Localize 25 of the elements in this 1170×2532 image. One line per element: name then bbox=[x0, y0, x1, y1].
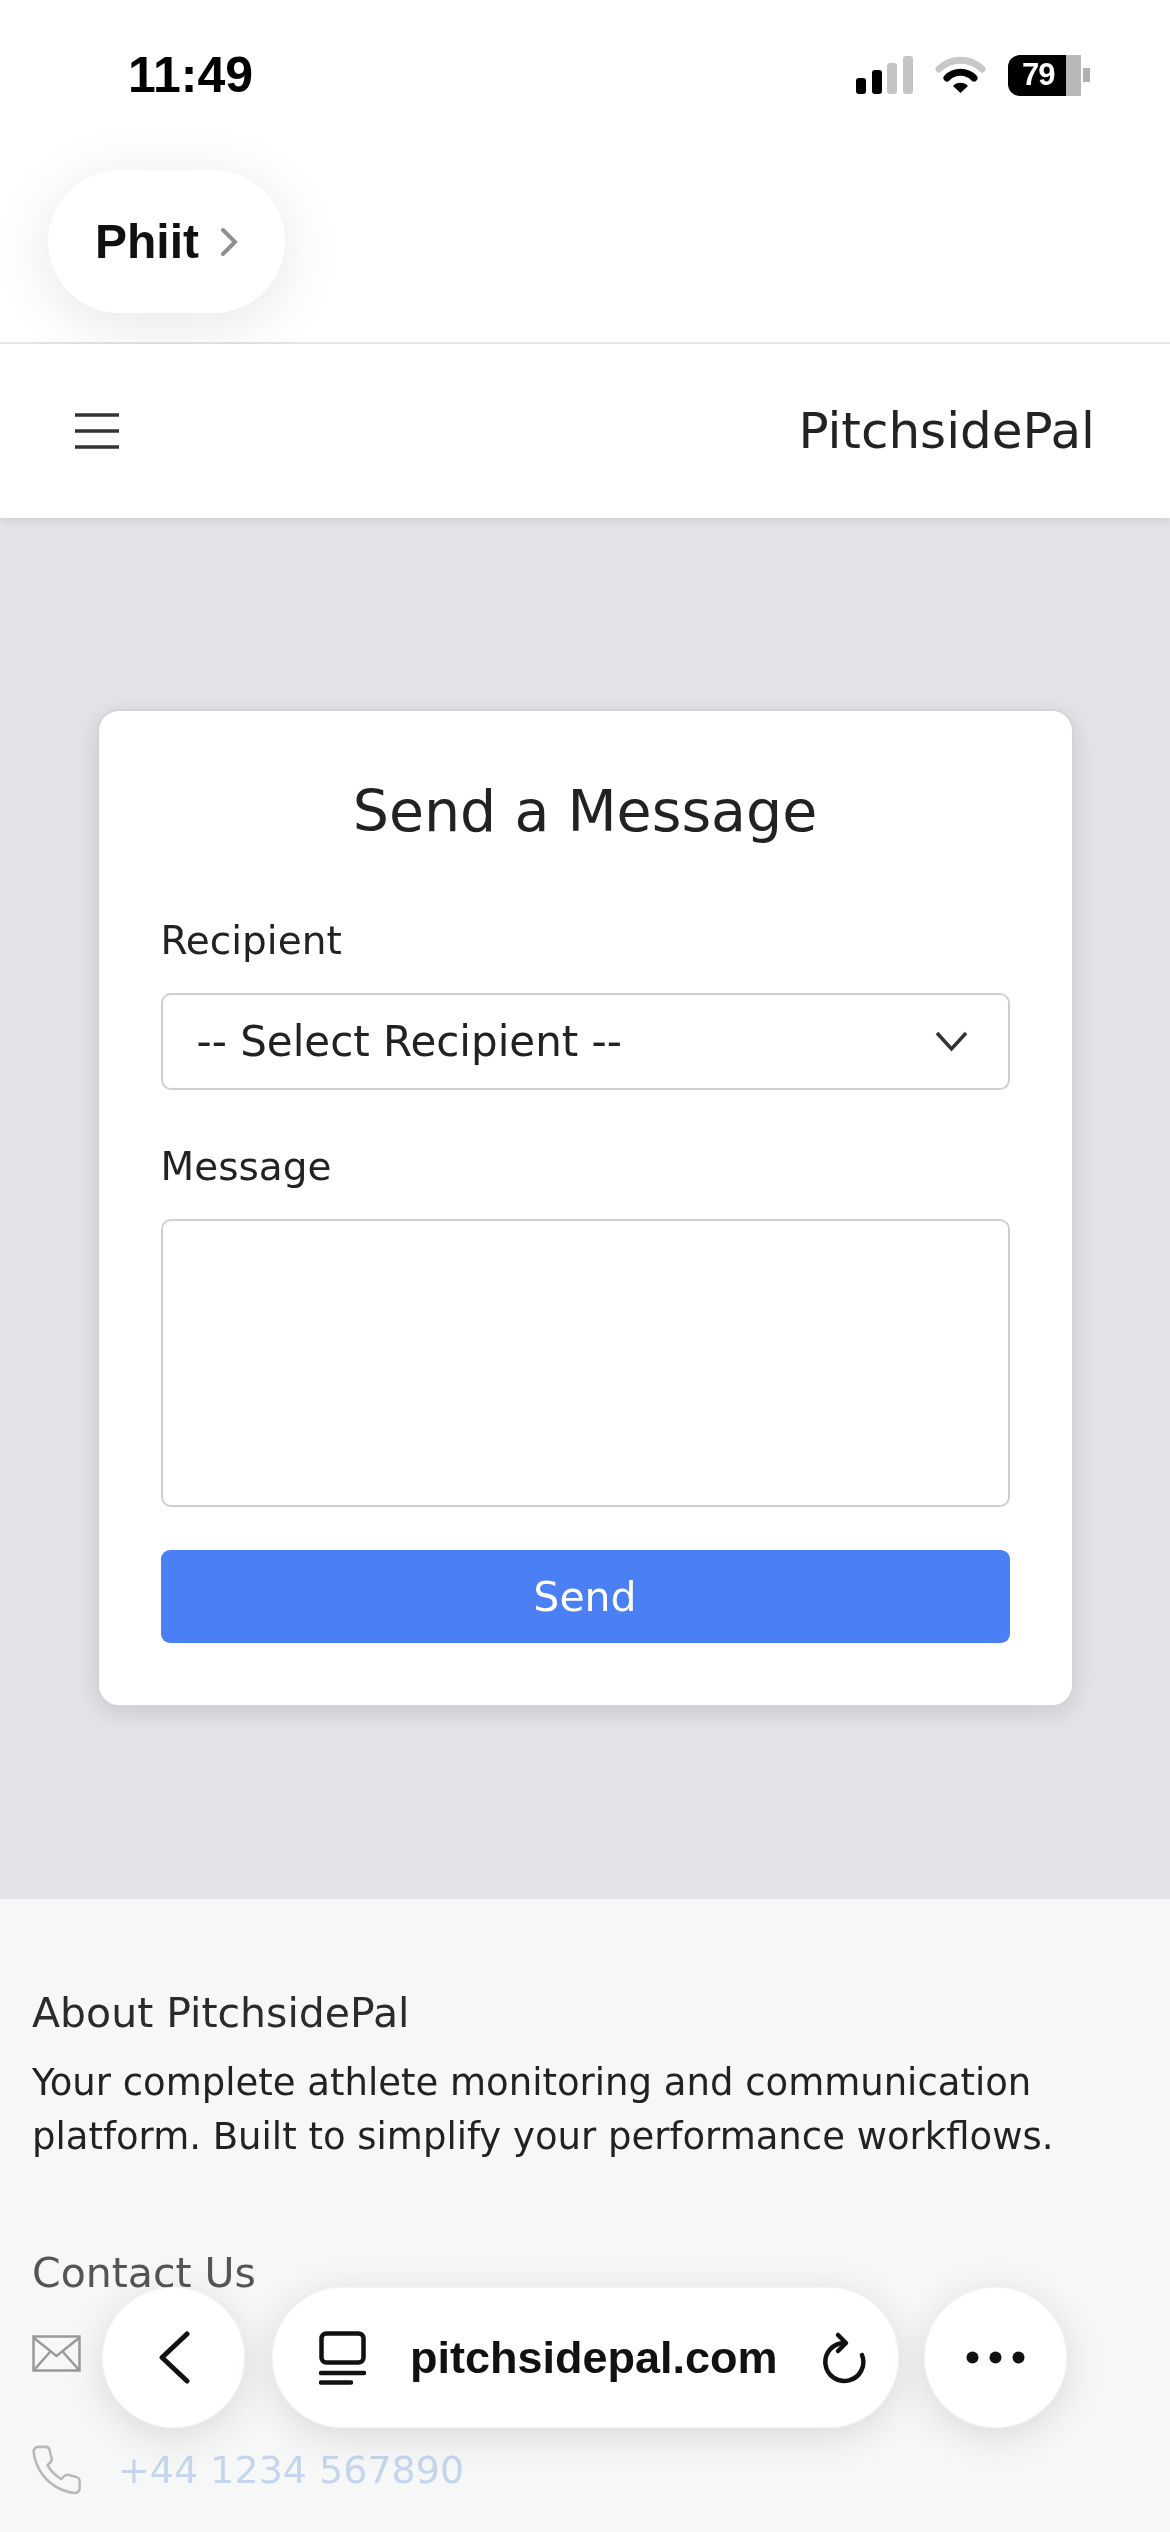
ellipsis-icon bbox=[966, 2351, 1025, 2364]
signal-icon bbox=[856, 56, 913, 94]
chevron-down-icon bbox=[934, 1031, 968, 1052]
tabs-icon[interactable] bbox=[319, 2330, 366, 2385]
reload-icon[interactable] bbox=[820, 2331, 868, 2384]
back-icon bbox=[157, 2331, 190, 2384]
menu-icon[interactable] bbox=[75, 413, 119, 449]
envelope-icon bbox=[32, 2334, 81, 2372]
footer-heading: Contact Us bbox=[32, 2248, 257, 2299]
wifi-icon bbox=[935, 56, 986, 94]
url-text[interactable]: pitchsidepal.com bbox=[410, 2331, 778, 2384]
chevron-right-icon bbox=[220, 226, 238, 257]
app-switcher-button[interactable]: Phiit bbox=[48, 170, 285, 313]
about-text: Your complete athlete monitoring and communication platform. Built to simplify your performance workflows. bbox=[32, 2060, 1055, 2160]
status-time: 11:49 bbox=[128, 46, 254, 104]
brand-link[interactable]: PitchsidePal bbox=[798, 402, 1095, 460]
battery-indicator: 79 bbox=[1008, 54, 1090, 96]
message-field[interactable] bbox=[160, 1219, 1010, 1507]
phone-icon bbox=[32, 2445, 81, 2495]
field-label: Message bbox=[160, 1143, 333, 1191]
form-title: Send a Message bbox=[351, 777, 819, 845]
footer-heading: About PitchsidePal bbox=[32, 1988, 411, 2039]
send-button[interactable]: Send bbox=[160, 1550, 1010, 1643]
recipient-select[interactable]: -- Select Recipient -- bbox=[160, 993, 1010, 1090]
field-label: Recipient bbox=[160, 917, 343, 965]
